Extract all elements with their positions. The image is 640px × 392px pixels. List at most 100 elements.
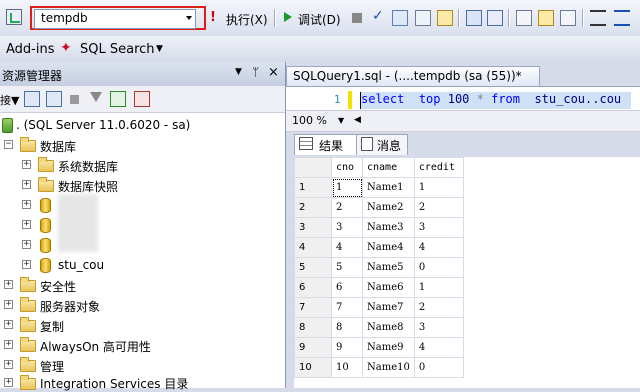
query-options-icon[interactable] (415, 10, 431, 26)
filter-icon[interactable] (90, 92, 102, 102)
row-number[interactable]: 8 (294, 317, 332, 338)
row-number[interactable]: 5 (294, 257, 332, 278)
tree-server-node[interactable]: . (SQL Server 11.0.6020 - sa) (0, 116, 285, 136)
client-stats-icon[interactable] (487, 10, 503, 26)
table-cell[interactable]: Name3 (362, 217, 415, 238)
connect-icon[interactable] (24, 91, 40, 107)
tab-sqlquery1[interactable]: SQLQuery1.sql - (....tempdb (sa (55))* (286, 66, 540, 87)
tree-database-stu-cou[interactable]: + stu_cou (0, 256, 285, 276)
expand-icon[interactable]: + (4, 378, 13, 387)
results-grid[interactable]: cno cname credit 1 1 Name1 1 2 2 Name2 2 3 3 Name3… (294, 157, 640, 388)
intellisense-icon[interactable] (437, 10, 453, 26)
table-row[interactable]: 10 10 Name10 0 (294, 357, 464, 378)
collapse-icon[interactable]: − (4, 140, 13, 149)
tree-snapshots[interactable]: + 数据库快照 (0, 176, 285, 196)
tree-replication[interactable]: + 复制 (0, 316, 285, 336)
close-icon[interactable]: × (268, 65, 279, 80)
scroll-left-icon[interactable]: ◀ (354, 115, 361, 125)
stop-icon[interactable] (70, 95, 79, 104)
table-cell[interactable]: 3 (413, 217, 464, 238)
debug-button[interactable]: 调试(D) (298, 11, 341, 28)
table-cell[interactable]: Name5 (362, 257, 415, 278)
table-cell[interactable]: Name2 (362, 197, 415, 218)
results-to-file-icon[interactable] (560, 10, 576, 26)
table-row[interactable]: 5 5 Name5 0 (294, 257, 464, 278)
parse-check-icon[interactable]: ✓ (372, 8, 384, 24)
table-cell[interactable]: 10 (331, 357, 363, 378)
table-row[interactable]: 6 6 Name6 1 (294, 277, 464, 298)
results-to-grid-icon[interactable] (538, 10, 554, 26)
row-number[interactable]: 3 (294, 217, 332, 238)
table-row[interactable]: 7 7 Name7 2 (294, 297, 464, 318)
table-row[interactable]: 2 2 Name2 2 (294, 197, 464, 218)
expand-icon[interactable]: + (4, 300, 13, 309)
tree-security[interactable]: + 安全性 (0, 276, 285, 296)
row-number[interactable]: 2 (294, 197, 332, 218)
table-cell[interactable]: Name6 (362, 277, 415, 298)
table-cell[interactable]: Name9 (362, 337, 415, 358)
row-number[interactable]: 10 (294, 357, 332, 378)
table-cell[interactable]: 1 (331, 177, 363, 198)
row-number[interactable]: 6 (294, 277, 332, 298)
toolbar-overflow-icon[interactable]: ▼ (156, 44, 163, 54)
sql-search-icon[interactable]: ✦ (60, 40, 72, 56)
table-row[interactable]: 8 8 Name8 3 (294, 317, 464, 338)
tree-database-redacted[interactable]: + (0, 196, 285, 216)
tab-results[interactable]: 结果 (294, 134, 358, 155)
table-row[interactable]: 4 4 Name4 4 (294, 237, 464, 258)
column-header-cname[interactable]: cname (362, 157, 415, 178)
sql-line[interactable]: select top 100 * from stu_cou..cou (360, 92, 631, 109)
refresh-icon[interactable] (110, 91, 126, 107)
tree-server-objects[interactable]: + 服务器对象 (0, 296, 285, 316)
tree-system-databases[interactable]: + 系统数据库 (0, 156, 285, 176)
table-cell[interactable]: Name4 (362, 237, 415, 258)
table-cell[interactable]: 2 (331, 197, 363, 218)
include-plan-icon[interactable] (466, 10, 482, 26)
connect-dropdown[interactable]: 接▼ (0, 92, 19, 108)
table-cell[interactable]: 7 (331, 297, 363, 318)
expand-icon[interactable]: + (4, 320, 13, 329)
table-cell[interactable]: 1 (413, 177, 464, 198)
table-cell[interactable]: 9 (331, 337, 363, 358)
chevron-down-icon[interactable] (186, 16, 192, 20)
row-number[interactable]: 9 (294, 337, 332, 358)
table-cell[interactable]: 0 (413, 257, 464, 278)
table-cell[interactable]: 8 (331, 317, 363, 338)
pin-icon[interactable]: ᛘ (252, 65, 259, 79)
tree-integration-services[interactable]: + Integration Services 目录 (0, 372, 285, 392)
chevron-down-icon[interactable]: ▼ (338, 116, 344, 125)
expand-icon[interactable]: + (4, 340, 13, 349)
table-cell[interactable]: 1 (413, 277, 464, 298)
column-header-cno[interactable]: cno (331, 157, 363, 178)
comment-lines-icon[interactable] (590, 10, 606, 26)
table-cell[interactable]: Name1 (362, 177, 415, 198)
table-row[interactable]: 1 1 Name1 1 (294, 177, 464, 198)
table-row[interactable]: 9 9 Name9 4 (294, 337, 464, 358)
expand-icon[interactable]: + (22, 200, 31, 209)
row-number[interactable]: 4 (294, 237, 332, 258)
table-row[interactable]: 3 3 Name3 3 (294, 217, 464, 238)
row-number[interactable]: 7 (294, 297, 332, 318)
query-plan-icon[interactable] (392, 10, 408, 26)
expand-icon[interactable]: + (22, 260, 31, 269)
tab-messages[interactable]: 消息 (356, 134, 408, 155)
table-cell[interactable]: 3 (331, 217, 363, 238)
expand-icon[interactable]: + (4, 280, 13, 289)
zoom-dropdown[interactable]: 100 % (292, 114, 327, 127)
table-cell[interactable]: 4 (331, 237, 363, 258)
disconnect-icon[interactable] (46, 91, 62, 107)
row-number[interactable]: 1 (294, 177, 332, 198)
database-selector[interactable]: tempdb (34, 9, 196, 29)
table-cell[interactable]: 5 (331, 257, 363, 278)
debug-play-icon[interactable] (284, 12, 292, 22)
execute-button[interactable]: 执行(X) (226, 11, 268, 28)
table-cell[interactable]: Name8 (362, 317, 415, 338)
expand-icon[interactable]: + (22, 240, 31, 249)
activity-monitor-icon[interactable] (134, 91, 150, 107)
table-cell[interactable]: 3 (413, 317, 464, 338)
expand-icon[interactable]: + (22, 160, 31, 169)
tree-database-redacted[interactable]: + (0, 236, 285, 256)
table-cell[interactable]: 2 (413, 197, 464, 218)
query-designer-icon[interactable] (6, 9, 22, 25)
table-cell[interactable]: Name7 (362, 297, 415, 318)
